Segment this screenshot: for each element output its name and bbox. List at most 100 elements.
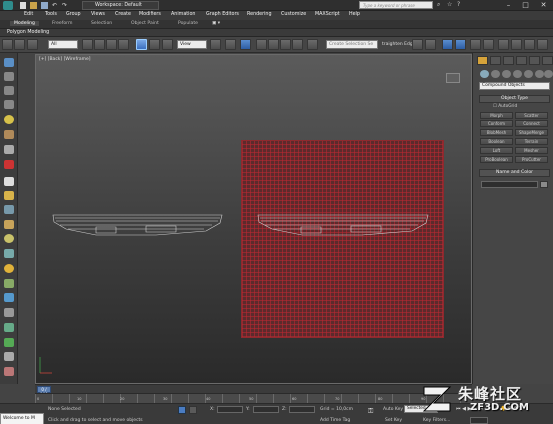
tab-populate[interactable]: Populate: [178, 21, 198, 26]
space-warp-icon[interactable]: [4, 293, 14, 302]
render-production-icon[interactable]: [537, 39, 548, 50]
pivot-center-icon[interactable]: [210, 39, 221, 50]
set-key-button[interactable]: Set Key: [385, 418, 402, 423]
cameras-icon[interactable]: [513, 70, 522, 78]
edge-icon[interactable]: [4, 86, 14, 95]
straighten-edge-label[interactable]: traighten Edg: [382, 42, 413, 47]
create-tab-icon[interactable]: [477, 56, 488, 65]
maxscript-listener[interactable]: Welcome to M: [0, 413, 44, 424]
sun-icon[interactable]: [4, 264, 14, 273]
ribbon-sub-label[interactable]: Polygon Modeling: [7, 30, 49, 35]
menu-edit[interactable]: Edit: [24, 12, 33, 17]
display-tab-icon[interactable]: [529, 56, 540, 65]
help-icon[interactable]: ?: [457, 1, 460, 8]
connect-button[interactable]: Connect: [515, 120, 548, 127]
track-bar[interactable]: 0 10 20 30 40 50 60 70 80 90 100: [35, 393, 472, 403]
app-logo-icon[interactable]: [3, 1, 13, 10]
select-manipulate-icon[interactable]: [225, 39, 236, 50]
spacewarps-icon[interactable]: [535, 70, 544, 78]
globe-icon[interactable]: [4, 58, 14, 67]
scene-icon[interactable]: [4, 130, 14, 139]
material-editor-icon[interactable]: [498, 39, 509, 50]
menu-views[interactable]: Views: [91, 12, 105, 17]
y-coordinate-field[interactable]: [253, 406, 279, 413]
wrench-icon[interactable]: [4, 352, 14, 361]
menu-customize[interactable]: Customize: [281, 12, 306, 17]
select-by-name-icon[interactable]: [94, 39, 105, 50]
render-setup-icon[interactable]: [511, 39, 522, 50]
display-icon[interactable]: [4, 177, 14, 186]
menu-maxscript[interactable]: MAXScript: [315, 12, 340, 17]
menu-create[interactable]: Create: [115, 12, 131, 17]
vertex-icon[interactable]: [4, 72, 14, 81]
poly-icon[interactable]: [4, 100, 14, 109]
particle-icon[interactable]: [4, 323, 14, 332]
keyboard-shortcut-icon[interactable]: [240, 39, 251, 50]
folder-icon[interactable]: [4, 191, 14, 200]
ribbon-toggle-icon[interactable]: ▣ ▾: [212, 21, 220, 26]
geometry-icon[interactable]: [480, 70, 489, 78]
undo-button[interactable]: [2, 39, 13, 50]
object-color-swatch[interactable]: [540, 181, 548, 188]
tab-freeform[interactable]: Freeform: [52, 21, 72, 26]
loft-button[interactable]: Loft: [480, 147, 513, 154]
brush-icon[interactable]: [4, 367, 14, 376]
selection-filter-dropdown[interactable]: All: [48, 40, 78, 49]
menu-graph-editors[interactable]: Graph Editors: [206, 12, 239, 17]
menu-tools[interactable]: Tools: [45, 12, 57, 17]
layer-icon[interactable]: [4, 205, 14, 214]
morph-button[interactable]: Morph: [480, 112, 513, 119]
tab-selection[interactable]: Selection: [91, 21, 112, 26]
schematic-view-icon[interactable]: [483, 39, 494, 50]
absolute-mode-icon[interactable]: [189, 406, 197, 414]
helpers-icon[interactable]: [524, 70, 533, 78]
window-crossing-icon[interactable]: [118, 39, 129, 50]
modify-tab-icon[interactable]: [490, 56, 501, 65]
search-input[interactable]: Type a keyword or phrase: [359, 1, 433, 9]
name-and-color-rollout[interactable]: Name and Color: [479, 169, 550, 177]
align-icon[interactable]: [425, 39, 436, 50]
film-icon[interactable]: [4, 160, 14, 169]
curve-editor-icon[interactable]: [470, 39, 481, 50]
named-selection-set-dropdown[interactable]: Create Selection Se: [326, 40, 378, 49]
scale-icon[interactable]: [162, 39, 173, 50]
shapes-icon[interactable]: [491, 70, 500, 78]
terrain-button[interactable]: Terrain: [515, 138, 548, 145]
current-frame-field[interactable]: [470, 417, 488, 424]
viewport-back[interactable]: [+] [Back] [Wireframe]: [35, 54, 472, 384]
spinner-snap-icon[interactable]: [292, 39, 303, 50]
rect-selection-icon[interactable]: [106, 39, 117, 50]
bone-icon[interactable]: [4, 308, 14, 317]
menu-group[interactable]: Group: [66, 12, 81, 17]
workspace-dropdown[interactable]: Workspace: Default: [82, 1, 159, 10]
utilities-tab-icon[interactable]: [542, 56, 553, 65]
time-slider-thumb[interactable]: 0 / 100: [37, 386, 51, 397]
menu-rendering[interactable]: Rendering: [247, 12, 272, 17]
redo-icon[interactable]: ↷: [62, 2, 69, 9]
auto-key-button[interactable]: Auto Key: [383, 407, 403, 412]
object-name-field[interactable]: [481, 181, 538, 188]
reference-coordinate-dropdown[interactable]: View: [177, 40, 207, 49]
redo-button[interactable]: [14, 39, 25, 50]
undo-icon[interactable]: ↶: [52, 2, 59, 9]
menu-help[interactable]: Help: [349, 12, 360, 17]
plant-icon[interactable]: [4, 338, 14, 347]
boolean-button[interactable]: Boolean: [480, 138, 513, 145]
motion-tab-icon[interactable]: [516, 56, 527, 65]
smoke-icon[interactable]: [4, 145, 14, 154]
z-coordinate-field[interactable]: [289, 406, 315, 413]
angle-snap-icon[interactable]: [268, 39, 279, 50]
menu-animation[interactable]: Animation: [171, 12, 195, 17]
proboolean-button[interactable]: ProBoolean: [480, 156, 513, 163]
move-icon[interactable]: [136, 39, 147, 50]
procutter-button[interactable]: ProCutter: [515, 156, 548, 163]
new-file-icon[interactable]: [20, 2, 26, 9]
open-file-icon[interactable]: [30, 2, 37, 9]
favorites-icon[interactable]: ☆: [447, 1, 452, 8]
conform-button[interactable]: Conform: [480, 120, 513, 127]
layer-explorer-icon[interactable]: [442, 39, 453, 50]
x-coordinate-field[interactable]: [217, 406, 243, 413]
tab-object-paint[interactable]: Object Paint: [131, 21, 159, 26]
camera-icon[interactable]: [4, 249, 14, 258]
maximize-button[interactable]: □: [517, 0, 534, 10]
